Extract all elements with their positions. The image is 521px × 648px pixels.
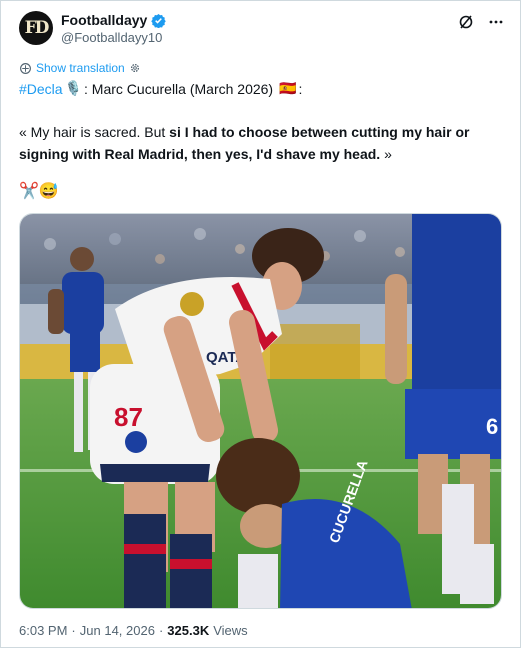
jersey-number: 87 (114, 402, 143, 432)
avatar-initials: FD (24, 18, 50, 38)
post-emojis: ✂️😅 (19, 183, 59, 200)
svg-text:6: 6 (486, 414, 498, 439)
show-translation-label[interactable]: Show translation (36, 61, 125, 75)
views-label: Views (213, 623, 248, 638)
post-date[interactable]: Jun 14, 2026 (80, 623, 155, 638)
post-headline: #Decla 🎙️ : Marc Cucurella (March 2026) … (19, 80, 302, 97)
author-handle[interactable]: @Footballdayy10 (61, 30, 166, 45)
spain-flag-icon: 🇪🇸 (279, 80, 297, 96)
separator-1: · (71, 623, 76, 638)
header-actions (457, 13, 505, 31)
microphone-emoji-icon: 🎙️ (64, 80, 83, 96)
post-card: FD Footballdayy @Footballdayy10 Show tra… (0, 0, 521, 648)
translate-icon (20, 62, 31, 74)
post-header: FD Footballdayy @Footballdayy10 (19, 11, 505, 51)
headline-text: : Marc Cucurella (March 2026) (84, 80, 274, 97)
hashtag-link[interactable]: #Decla (19, 81, 63, 97)
football-photo: 6 QATAR 87 CUCURELLA (20, 214, 501, 608)
more-icon[interactable] (487, 13, 505, 31)
display-name[interactable]: Footballdayy (61, 12, 167, 28)
grok-icon[interactable] (457, 13, 475, 31)
show-translation[interactable]: Show translation (19, 61, 141, 75)
verified-badge-icon (151, 13, 167, 28)
separator-2: · (158, 623, 164, 638)
post-quote: « My hair is sacred. But si I had to cho… (19, 121, 499, 165)
quote-plain: « My hair is sacred. But (19, 124, 170, 140)
avatar[interactable]: FD (19, 11, 53, 45)
post-time[interactable]: 6:03 PM (19, 623, 67, 638)
views-count: 325.3K (167, 623, 210, 638)
quote-end: » (380, 146, 392, 162)
post-footer: 6:03 PM · Jun 14, 2026 · 325.3K Views (19, 623, 248, 638)
gear-icon[interactable] (129, 62, 141, 74)
post-media-image[interactable]: 6 QATAR 87 CUCURELLA (19, 213, 502, 609)
author-names[interactable]: Footballdayy @Footballdayy10 (61, 12, 167, 45)
display-name-text[interactable]: Footballdayy (61, 12, 147, 28)
headline-end: : (298, 80, 303, 97)
